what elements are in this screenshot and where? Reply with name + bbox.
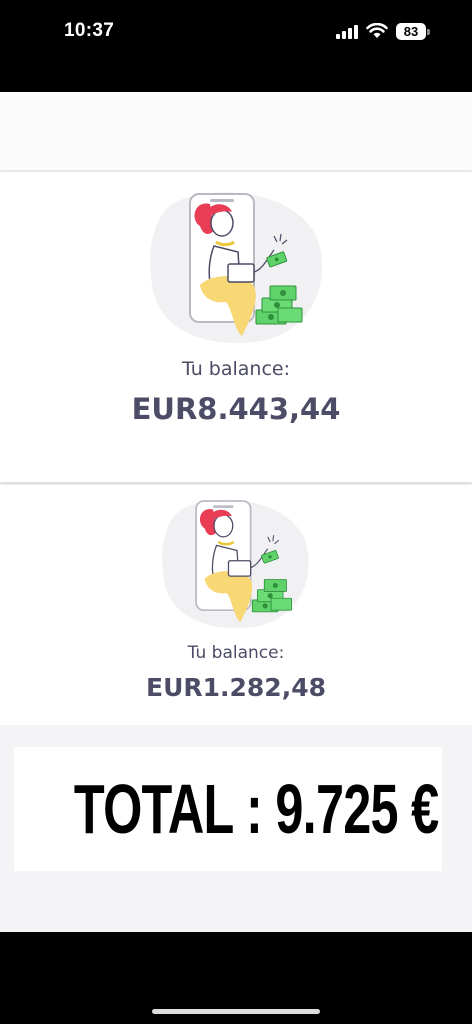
balance-amount: EUR1.282,48 [146,673,326,702]
balance-amount: EUR8.443,44 [131,392,341,426]
battery-tip [427,29,430,35]
balance-card[interactable]: Tu balance: EUR8.443,44 [0,172,472,482]
total-text: TOTAL : 9.725 € [73,770,439,848]
battery-level: 83 [403,24,419,39]
total-banner: TOTAL : 9.725 € [14,747,442,871]
wifi-icon [366,23,388,38]
app-header [0,92,472,170]
balance-illustration [162,499,309,629]
home-indicator[interactable] [152,1009,320,1014]
balance-label: Tu balance: [187,643,285,663]
balance-card[interactable]: Tu balance: EUR1.282,48 [0,485,472,725]
status-time: 10:37 [64,20,115,41]
balance-illustration [150,192,323,344]
status-bar: 10:37 83 [0,0,472,92]
app-content: Tu balance: EUR8.443,44 Tu balance: EUR1… [0,92,472,932]
battery-icon: 83 [396,23,426,40]
cellular-signal-icon [336,25,358,39]
balance-label: Tu balance: [181,358,290,380]
